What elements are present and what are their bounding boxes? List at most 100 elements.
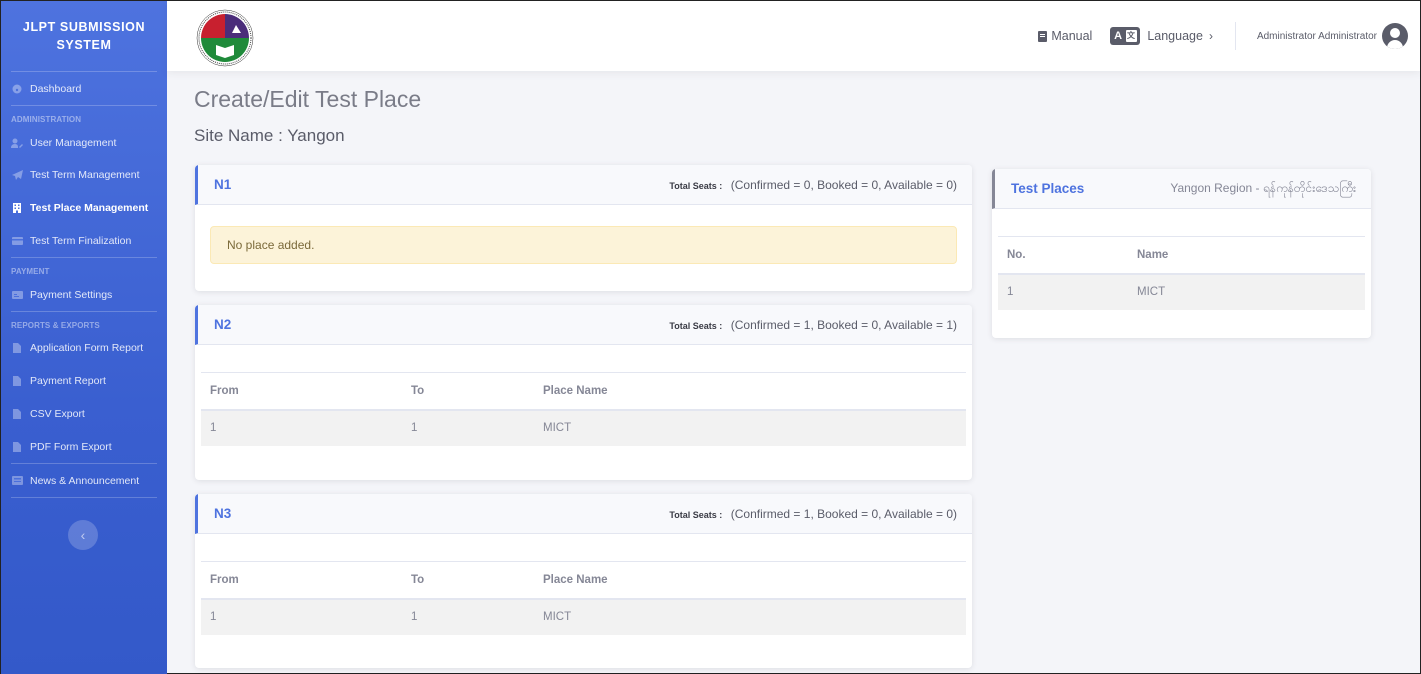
sidebar-item-label: Application Form Report: [30, 341, 144, 354]
table-row[interactable]: 1 1 MICT: [201, 598, 966, 635]
sidebar-item-label: Test Place Management: [30, 201, 149, 214]
total-seats: Total Seats : (Confirmed = 1, Booked = 0…: [669, 318, 957, 332]
level-title: N2: [214, 317, 232, 332]
column-header-place-name: Place Name: [534, 372, 966, 411]
sidebar-item-label: PDF Form Export: [30, 440, 112, 453]
table-header-row: No. Name: [998, 236, 1365, 275]
sidebar-item-label: News & Announcement: [30, 474, 140, 487]
file-invoice-icon: [11, 375, 23, 386]
total-seats-detail: (Confirmed = 1, Booked = 0, Available = …: [730, 506, 957, 521]
sidebar-item-test-term-management[interactable]: Test Term Management: [1, 158, 167, 191]
language-label: Language: [1147, 29, 1203, 43]
column-header-place-name: Place Name: [534, 561, 966, 600]
test-places-title: Test Places: [1011, 181, 1085, 196]
card-header: N1 Total Seats : (Confirmed = 0, Booked …: [195, 165, 972, 205]
place-table: From To Place Name 1 1 MICT: [201, 372, 966, 446]
sidebar-item-csv-export[interactable]: CSV Export: [1, 397, 167, 430]
sidebar-item-user-management[interactable]: User Management: [1, 128, 167, 158]
total-seats-detail: (Confirmed = 0, Booked = 0, Available = …: [730, 177, 957, 192]
test-places-region: Yangon Region - ရန်ကုန်တိုင်းဒေသကြီး: [1170, 180, 1356, 195]
brand-title-line2: SYSTEM: [56, 38, 112, 52]
cell-name: MICT: [1128, 273, 1365, 310]
level-title: N1: [214, 177, 232, 192]
cell-to: 1: [402, 598, 534, 635]
table-row[interactable]: 1 1 MICT: [201, 409, 966, 446]
level-title: N3: [214, 506, 232, 521]
sidebar: JLPT SUBMISSION SYSTEM Dashboard ADMINIS…: [1, 1, 167, 674]
file-csv-icon: [11, 408, 23, 419]
table-header-row: From To Place Name: [201, 372, 966, 411]
cell-place-name: MICT: [534, 598, 966, 635]
translate-icon: A 文: [1110, 27, 1141, 45]
newspaper-icon: [11, 476, 23, 486]
level-card-n1: N1 Total Seats : (Confirmed = 0, Booked …: [195, 165, 972, 291]
sidebar-item-label: CSV Export: [30, 407, 85, 420]
tachometer-icon: [11, 84, 23, 94]
level-card-n2: N2 Total Seats : (Confirmed = 1, Booked …: [195, 305, 972, 480]
page-title: Create/Edit Test Place: [194, 86, 422, 112]
column-header-no: No.: [998, 236, 1128, 275]
sidebar-heading-reports-exports: REPORTS & EXPORTS: [11, 321, 100, 330]
test-places-card: Test Places Yangon Region - ရန်ကုန်တိုင်…: [992, 169, 1371, 338]
level-card-n3: N3 Total Seats : (Confirmed = 1, Booked …: [195, 494, 972, 668]
sidebar-item-payment-report[interactable]: Payment Report: [1, 364, 167, 397]
sidebar-item-pdf-form-export[interactable]: PDF Form Export: [1, 430, 167, 463]
credit-card-icon: [11, 236, 23, 246]
manual-link[interactable]: Manual: [1038, 29, 1092, 43]
user-name: Administrator Administrator: [1256, 30, 1377, 42]
table-row[interactable]: 1 MICT: [998, 273, 1365, 310]
total-seats: Total Seats : (Confirmed = 1, Booked = 0…: [669, 507, 957, 521]
chevron-left-icon: ‹: [80, 527, 86, 543]
cell-place-name: MICT: [534, 409, 966, 446]
cell-to: 1: [402, 409, 534, 446]
table-header-row: From To Place Name: [201, 561, 966, 600]
card-header: N2 Total Seats : (Confirmed = 1, Booked …: [195, 305, 972, 345]
user-avatar-icon: [1382, 23, 1408, 49]
column-header-name: Name: [1128, 236, 1365, 275]
sidebar-item-payment-settings[interactable]: Payment Settings: [1, 278, 167, 311]
chevron-right-icon: ›: [1208, 29, 1213, 43]
book-icon: [1038, 30, 1048, 42]
total-seats-label: Total Seats :: [669, 320, 723, 331]
translate-icon-cjk: 文: [1125, 30, 1137, 42]
brand-title-line1: JLPT SUBMISSION: [22, 20, 146, 34]
file-icon: [11, 342, 23, 353]
cell-from: 1: [201, 598, 402, 635]
site-name: Site Name : Yangon: [194, 126, 345, 145]
sidebar-item-label: Dashboard: [30, 82, 82, 95]
user-edit-icon: [11, 138, 23, 148]
manual-label: Manual: [1051, 29, 1093, 43]
topbar: Manual A 文 Language › Administrator Admi…: [167, 1, 1420, 71]
card-header: Test Places Yangon Region - ရန်ကုန်တိုင်…: [992, 169, 1371, 209]
sidebar-item-label: Test Term Management: [30, 168, 140, 181]
sidebar-item-application-form-report[interactable]: Application Form Report: [1, 331, 167, 364]
building-icon: [11, 202, 23, 213]
sidebar-toggle-button[interactable]: ‹: [68, 520, 98, 550]
card-header: N3 Total Seats : (Confirmed = 1, Booked …: [195, 494, 972, 534]
user-menu[interactable]: Administrator Administrator: [1257, 23, 1408, 49]
sidebar-item-dashboard[interactable]: Dashboard: [1, 72, 167, 105]
sidebar-item-label: User Management: [30, 137, 117, 149]
organization-logo[interactable]: [194, 9, 256, 67]
money-card-icon: [11, 290, 23, 300]
language-dropdown[interactable]: A 文 Language ›: [1110, 27, 1213, 45]
sidebar-heading-administration: ADMINISTRATION: [11, 115, 82, 124]
cell-no: 1: [998, 273, 1128, 310]
column-header-to: To: [402, 561, 534, 600]
place-table: From To Place Name 1 1 MICT: [201, 561, 966, 635]
sidebar-item-test-term-finalization[interactable]: Test Term Finalization: [1, 224, 167, 257]
sidebar-item-test-place-management[interactable]: Test Place Management: [1, 191, 167, 224]
topbar-right: Manual A 文 Language › Administrator Admi…: [1038, 1, 1408, 71]
empty-alert: No place added.: [210, 226, 957, 264]
sidebar-item-news-announcement[interactable]: News & Announcement: [1, 464, 167, 497]
brand-title[interactable]: JLPT SUBMISSION SYSTEM: [1, 1, 167, 71]
paper-plane-icon: [11, 169, 23, 180]
test-places-table: No. Name 1 MICT: [998, 236, 1365, 310]
sidebar-divider: [11, 497, 157, 498]
column-header-from: From: [201, 561, 402, 600]
sidebar-item-label: Test Term Finalization: [30, 234, 132, 247]
total-seats-label: Total Seats :: [669, 509, 723, 520]
total-seats-detail: (Confirmed = 1, Booked = 0, Available = …: [730, 317, 957, 332]
sidebar-item-label: Payment Report: [30, 374, 106, 387]
column-header-to: To: [402, 372, 534, 411]
